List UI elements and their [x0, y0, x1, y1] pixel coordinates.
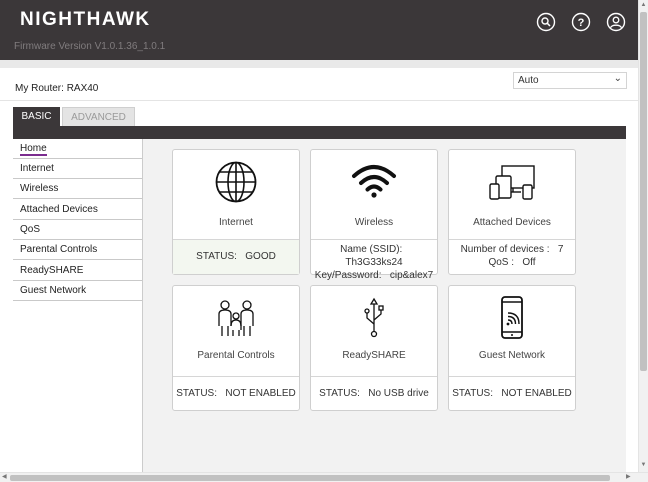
sidebar-item-readyshare[interactable]: ReadySHARE: [13, 261, 142, 281]
scroll-right-icon[interactable]: ▶: [626, 473, 631, 480]
internet-card[interactable]: Internet STATUS: GOOD: [172, 149, 300, 275]
status-value: GOOD: [245, 251, 276, 262]
sidebar-item-home[interactable]: Home: [13, 139, 142, 159]
chevron-down-icon: ⌄: [613, 73, 622, 84]
card-title: Parental Controls: [197, 350, 275, 361]
dashboard: Internet STATUS: GOOD Wireless Name (SSI…: [143, 139, 626, 473]
wireless-card[interactable]: Wireless Name (SSID): Th3G33ks24 Key/Pas…: [310, 149, 438, 281]
user-icon[interactable]: [606, 12, 626, 32]
ssid-label: Name (SSID):: [340, 244, 403, 255]
status-label: STATUS:: [319, 388, 360, 399]
ssid-value: Th3G33ks24: [345, 257, 403, 268]
scrollbar-thumb[interactable]: [640, 12, 647, 371]
tab-bar: [13, 126, 626, 139]
brand-logo: NIGHTHAWK: [20, 9, 151, 30]
sidebar-item-attached-devices[interactable]: Attached Devices: [13, 200, 142, 220]
svg-text:?: ?: [578, 17, 585, 29]
scroll-up-icon[interactable]: ▲: [639, 2, 648, 8]
sidebar-item-label: Home: [20, 143, 47, 156]
devices-info: Number of devices : 7 QoS : Off: [449, 239, 575, 274]
router-model: RAX40: [66, 83, 99, 94]
status-row: STATUS: NOT ENABLED: [449, 376, 575, 410]
family-icon: [173, 296, 299, 342]
horizontal-scrollbar[interactable]: ◀ ▶: [0, 472, 648, 482]
parental-controls-card[interactable]: Parental Controls STATUS: NOT ENABLED: [172, 285, 300, 411]
search-icon[interactable]: [536, 12, 556, 32]
device-count-label: Number of devices :: [460, 244, 550, 255]
scroll-left-icon[interactable]: ◀: [2, 473, 7, 480]
router-label: My Router:: [15, 83, 64, 94]
sidebar-item-label: Guest Network: [20, 285, 87, 296]
attached-devices-card[interactable]: Attached Devices Number of devices : 7 Q…: [448, 149, 576, 275]
card-title: Wireless: [354, 217, 394, 228]
sidebar-item-label: ReadySHARE: [20, 265, 84, 276]
help-icon[interactable]: ?: [571, 12, 591, 32]
globe-icon: [173, 160, 299, 206]
wifi-icon: [311, 160, 437, 206]
vertical-scrollbar[interactable]: ▲ ▼: [638, 0, 648, 472]
header-divider: [0, 60, 638, 68]
card-title: Internet: [219, 217, 253, 228]
key-label: Key/Password:: [314, 270, 382, 281]
sidebar-item-label: Wireless: [20, 183, 59, 194]
status-row: STATUS: No USB drive: [311, 376, 437, 410]
card-title: Guest Network: [478, 350, 546, 361]
status-value: NOT ENABLED: [501, 388, 572, 399]
ssid-row: Name (SSID): Th3G33ks24: [311, 243, 437, 269]
status-row: STATUS: NOT ENABLED: [173, 376, 299, 410]
status-label: STATUS:: [452, 388, 493, 399]
qos-row: QoS : Off: [449, 256, 575, 269]
router-name: My Router: RAX40: [15, 83, 98, 94]
router-admin-page: NIGHTHAWK Firmware Version V1.0.1.36_1.0…: [0, 0, 648, 482]
key-value: cip&alex7: [389, 270, 434, 281]
sidebar-item-label: QoS: [20, 224, 41, 235]
phone-wifi-icon: [449, 296, 575, 342]
tab-basic[interactable]: BASIC: [13, 107, 60, 126]
tab-advanced[interactable]: ADVANCED: [62, 107, 135, 126]
sidebar-item-label: Parental Controls: [20, 244, 98, 255]
qos-value: Off: [522, 257, 536, 268]
qos-label: QoS :: [488, 257, 515, 268]
header-bar: NIGHTHAWK Firmware Version V1.0.1.36_1.0…: [0, 0, 638, 60]
status-row: STATUS: GOOD: [173, 239, 299, 274]
scroll-down-icon[interactable]: ▼: [639, 462, 648, 468]
status-value: NOT ENABLED: [225, 388, 296, 399]
sidebar-item-internet[interactable]: Internet: [13, 159, 142, 179]
devices-icon: [449, 160, 575, 206]
language-select-value: Auto: [518, 75, 539, 86]
status-label: STATUS:: [196, 251, 237, 262]
device-count-row: Number of devices : 7: [449, 243, 575, 256]
device-count-value: 7: [557, 244, 564, 255]
firmware-version: Firmware Version V1.0.1.36_1.0.1: [14, 41, 166, 52]
guest-network-card[interactable]: Guest Network STATUS: NOT ENABLED: [448, 285, 576, 411]
key-row: Key/Password: cip&alex7: [311, 269, 437, 282]
scrollbar-thumb[interactable]: [10, 475, 610, 481]
sidebar-item-guest-network[interactable]: Guest Network: [13, 281, 142, 301]
divider: [0, 100, 638, 101]
sidebar: Home Internet Wireless Attached Devices …: [13, 139, 143, 473]
sidebar-item-wireless[interactable]: Wireless: [13, 179, 142, 199]
card-title: Attached Devices: [473, 217, 551, 228]
card-title: ReadySHARE: [342, 350, 406, 361]
wireless-info: Name (SSID): Th3G33ks24 Key/Password: ci…: [311, 239, 437, 281]
sidebar-item-parental-controls[interactable]: Parental Controls: [13, 240, 142, 260]
status-label: STATUS:: [176, 388, 217, 399]
sidebar-item-label: Attached Devices: [20, 204, 98, 215]
readyshare-card[interactable]: ReadySHARE STATUS: No USB drive: [310, 285, 438, 411]
language-select[interactable]: Auto ⌄: [513, 72, 627, 89]
sidebar-item-label: Internet: [20, 163, 54, 174]
usb-icon: [311, 296, 437, 342]
sidebar-item-qos[interactable]: QoS: [13, 220, 142, 240]
status-value: No USB drive: [368, 388, 429, 399]
